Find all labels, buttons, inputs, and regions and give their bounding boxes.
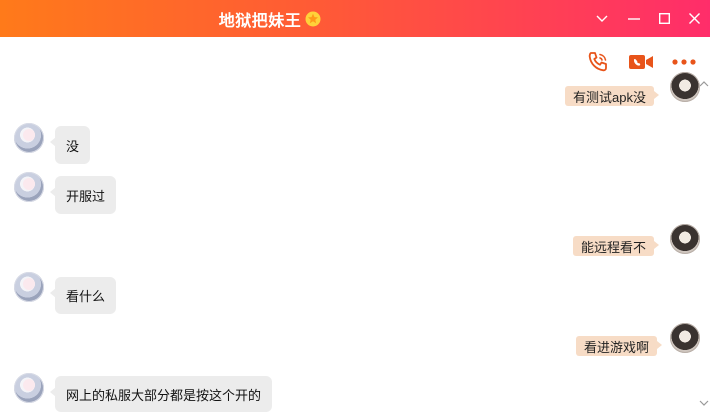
message-bubble-outgoing[interactable]: 看进游戏啊 — [576, 336, 663, 356]
chat-title: 地狱把妹王 — [218, 12, 302, 30]
avatar[interactable] — [14, 172, 44, 202]
phone-icon — [588, 52, 607, 72]
more-icon — [672, 59, 696, 65]
minimize-icon — [628, 17, 640, 20]
title-wrap: 地狱把妹王 — [0, 0, 540, 37]
message-bubble-incoming[interactable]: 开服过 — [49, 176, 117, 214]
maximize-icon — [658, 13, 670, 24]
avatar[interactable] — [670, 323, 700, 353]
message-bubble-outgoing[interactable]: 有测试apk没 — [565, 86, 659, 106]
message-bubble-incoming[interactable]: 没 — [49, 126, 91, 164]
title-bar: 地狱把妹王 — [0, 0, 710, 37]
close-button[interactable] — [678, 0, 710, 37]
close-icon — [688, 13, 700, 24]
collapse-button[interactable] — [586, 0, 618, 37]
avatar[interactable] — [670, 72, 700, 102]
video-call-button[interactable] — [627, 48, 655, 76]
star-badge-icon — [305, 11, 321, 26]
message-bubble-outgoing[interactable]: 能远程看不 — [573, 236, 660, 256]
avatar[interactable] — [670, 224, 700, 254]
chevron-down-icon — [596, 15, 608, 22]
minimize-button[interactable] — [618, 0, 650, 37]
message-bubble-incoming[interactable]: 网上的私服大部分都是按这个开的 — [49, 376, 273, 412]
scroll-down-icon[interactable] — [699, 398, 709, 408]
scroll-up-icon[interactable] — [699, 79, 709, 89]
avatar[interactable] — [14, 373, 44, 403]
maximize-button[interactable] — [648, 0, 680, 37]
avatar[interactable] — [14, 272, 44, 302]
avatar[interactable] — [14, 123, 44, 153]
message-bubble-incoming[interactable]: 看什么 — [49, 277, 117, 314]
video-call-icon — [629, 55, 653, 69]
voice-call-button[interactable] — [584, 48, 612, 76]
